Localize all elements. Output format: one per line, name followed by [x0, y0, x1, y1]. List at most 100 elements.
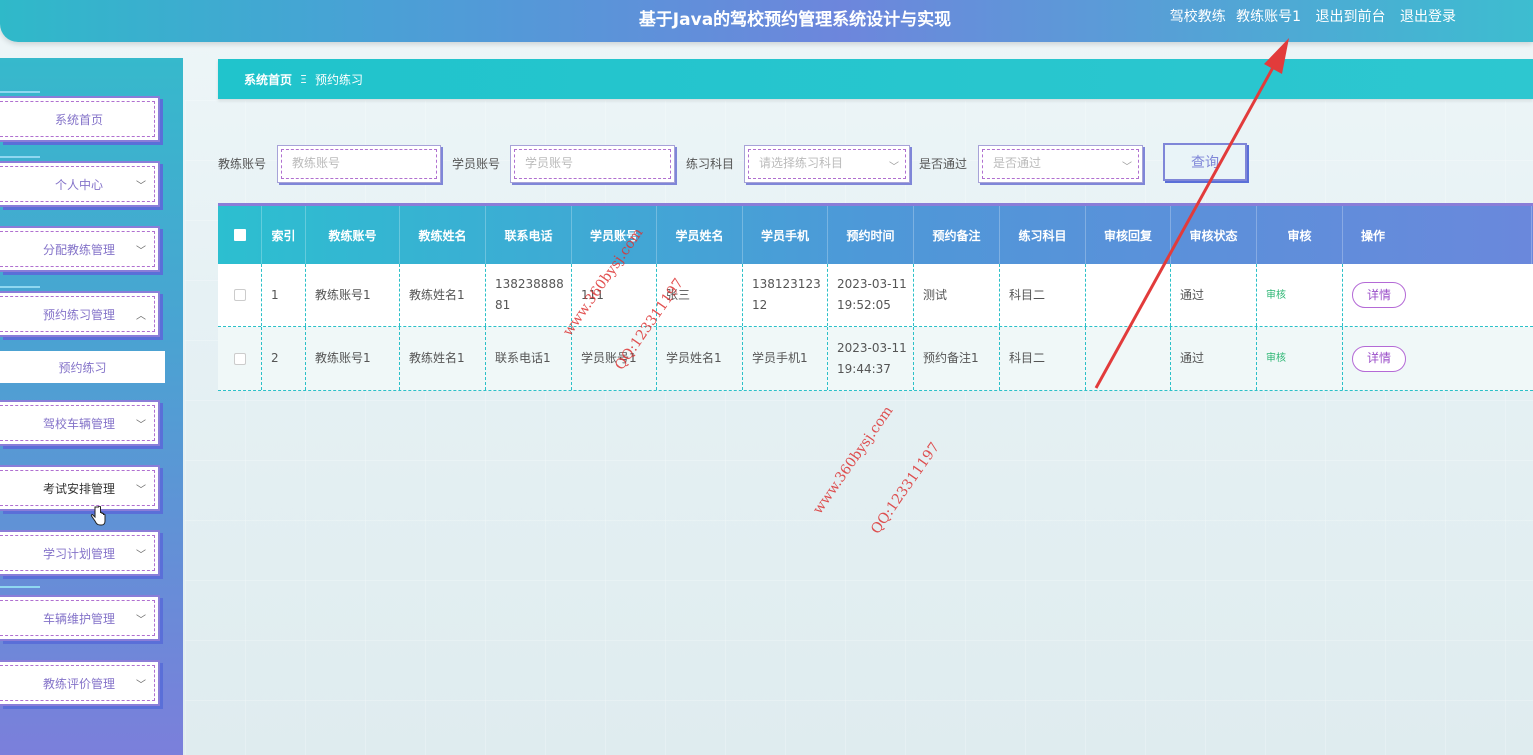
cell-coach-name: 教练姓名1 — [400, 327, 486, 390]
student-account-field[interactable] — [525, 156, 645, 170]
background-grid — [185, 100, 1533, 755]
sidebar-item-study-plan[interactable]: 学习计划管理 ﹀ — [0, 530, 160, 576]
coach-account-input[interactable] — [277, 145, 441, 183]
sidebar-item-booking-practice[interactable]: 预约练习管理 ︿ — [0, 291, 160, 337]
cell-subject: 科目二 — [1000, 264, 1086, 326]
detail-button[interactable]: 详情 — [1352, 282, 1406, 308]
sidebar-item-coach-review[interactable]: 教练评价管理 ﹀ — [0, 660, 160, 706]
sidebar-item-vehicle[interactable]: 驾校车辆管理 ﹀ — [0, 400, 160, 446]
coach-account-label: 教练账号 — [218, 157, 267, 171]
cell-coach-name: 教练姓名1 — [400, 264, 486, 326]
sidebar-item-assign-coach[interactable]: 分配教练管理 ﹀ — [0, 226, 160, 272]
subject-select-field[interactable] — [759, 156, 879, 170]
top-header: 基于Java的驾校预约管理系统设计与实现 驾校教练 教练账号1 退出到前台 退出… — [0, 0, 1533, 42]
sidebar-decoration — [0, 286, 40, 288]
user-account: 教练账号1 — [1236, 9, 1302, 25]
sidebar-decoration — [0, 91, 40, 93]
subject-select[interactable]: ﹀ — [744, 145, 910, 183]
column-header: 操作 — [1343, 206, 1532, 264]
column-header: 预约时间 — [828, 206, 914, 264]
column-header: 审核 — [1257, 206, 1343, 264]
chevron-down-icon: ﹀ — [136, 485, 146, 496]
cell-subject: 科目二 — [1000, 327, 1086, 390]
cell-index: 2 — [262, 327, 306, 390]
column-header: 审核状态 — [1171, 206, 1257, 264]
column-header: 预约备注 — [914, 206, 1000, 264]
sidebar-item-label: 分配教练管理 — [42, 242, 115, 257]
student-account-label: 学员账号 — [452, 157, 501, 171]
cell-action: 详情 — [1343, 264, 1532, 326]
logout-link[interactable]: 退出登录 — [1400, 9, 1456, 25]
row-checkbox[interactable] — [233, 289, 246, 301]
column-header: 练习科目 — [1000, 206, 1086, 264]
cell-reply — [1086, 327, 1171, 390]
pass-select[interactable]: ﹀ — [978, 145, 1143, 183]
student-account-input[interactable] — [510, 145, 675, 183]
pass-select-field[interactable] — [993, 156, 1113, 170]
cell-audit: 审核 — [1257, 327, 1343, 390]
sidebar-item-label: 教练评价管理 — [42, 676, 115, 691]
cell-student-account: 111 — [572, 264, 657, 326]
cell-student-phone: 13812312312 — [743, 264, 828, 326]
column-header: 学员手机 — [743, 206, 828, 264]
select-all-cell[interactable] — [218, 206, 262, 264]
breadcrumb-current: 预约练习 — [314, 72, 363, 87]
chevron-down-icon: ﹀ — [136, 615, 146, 626]
row-checkbox[interactable] — [233, 352, 246, 365]
chevron-down-icon: ﹀ — [136, 246, 146, 257]
cell-audit: 审核 — [1257, 264, 1343, 326]
table-row: 2 教练账号1 教练姓名1 联系电话1 学员账号1 学员姓名1 学员手机1 20… — [218, 327, 1533, 391]
column-header: 学员账号 — [572, 206, 657, 264]
sidebar-item-label: 驾校车辆管理 — [42, 416, 115, 431]
select-all-checkbox[interactable] — [233, 229, 246, 241]
cell-remark: 测试 — [914, 264, 1000, 326]
booking-table: 索引 教练账号 教练姓名 联系电话 学员账号 学员姓名 学员手机 预约时间 预约… — [218, 203, 1533, 391]
row-select-cell[interactable] — [218, 327, 262, 390]
cell-coach-account: 教练账号1 — [306, 264, 400, 326]
sidebar-item-vehicle-maintenance[interactable]: 车辆维护管理 ﹀ — [0, 595, 160, 641]
header-user-area: 驾校教练 教练账号1 退出到前台 退出登录 — [1164, 6, 1456, 26]
watermark-site: www.360bysj.com — [810, 403, 897, 518]
cell-phone: 13823888881 — [486, 264, 572, 326]
chevron-down-icon: ﹀ — [136, 680, 146, 691]
column-header: 学员姓名 — [657, 206, 743, 264]
chevron-up-icon: ︿ — [136, 311, 146, 322]
cell-index: 1 — [262, 264, 306, 326]
exit-to-front-link[interactable]: 退出到前台 — [1316, 9, 1386, 25]
chevron-down-icon: ﹀ — [1122, 162, 1132, 173]
cell-remark: 预约备注1 — [914, 327, 1000, 390]
sidebar-item-home[interactable]: 系统首页 — [0, 96, 160, 142]
sidebar-decoration — [0, 156, 40, 158]
sidebar-subitem-booking-practice[interactable]: 预约练习 — [0, 351, 165, 383]
subject-label: 练习科目 — [686, 157, 735, 171]
cell-status: 通过 — [1171, 327, 1257, 390]
chevron-down-icon: ﹀ — [136, 181, 146, 192]
cell-phone: 联系电话1 — [486, 327, 572, 390]
cell-student-name: 学员姓名1 — [657, 327, 743, 390]
cell-action: 详情 — [1343, 327, 1532, 390]
row-select-cell[interactable] — [218, 264, 262, 326]
breadcrumb-home[interactable]: 系统首页 — [244, 71, 292, 88]
cell-time: 2023-03-11 19:52:05 — [828, 264, 914, 326]
hand-cursor-icon — [90, 505, 106, 531]
chevron-down-icon: ﹀ — [136, 420, 146, 431]
watermark-qq: QQ:123311197 — [868, 439, 943, 538]
audit-link[interactable]: 审核 — [1266, 285, 1286, 306]
breadcrumb-separator: Ξ — [300, 72, 307, 86]
chevron-down-icon: ﹀ — [889, 162, 899, 173]
sidebar-decoration — [0, 586, 40, 588]
column-header: 审核回复 — [1086, 206, 1171, 264]
sidebar-item-exam[interactable]: 考试安排管理 ﹀ — [0, 465, 160, 511]
sidebar-item-personal-center[interactable]: 个人中心 ﹀ — [0, 161, 160, 207]
cell-student-account: 学员账号1 — [572, 327, 657, 390]
sidebar-item-label: 个人中心 — [54, 177, 103, 192]
detail-button[interactable]: 详情 — [1352, 345, 1406, 372]
query-button[interactable]: 查询 — [1163, 143, 1247, 181]
coach-account-field[interactable] — [292, 156, 412, 170]
chevron-down-icon: ﹀ — [136, 550, 146, 561]
user-role: 驾校教练 — [1169, 9, 1226, 25]
column-header: 联系电话 — [486, 206, 572, 264]
table-row: 1 教练账号1 教练姓名1 13823888881 111 张三 1381231… — [218, 264, 1533, 327]
audit-link[interactable]: 审核 — [1266, 348, 1286, 369]
cell-status: 通过 — [1171, 264, 1257, 326]
